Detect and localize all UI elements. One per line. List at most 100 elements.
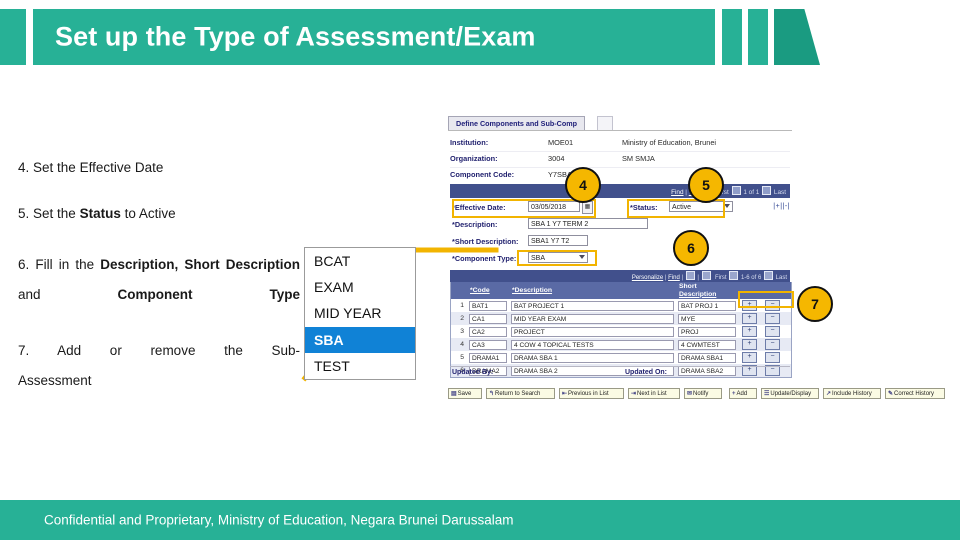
header-left-block — [0, 9, 26, 65]
row-short-description-cell[interactable]: MYE — [676, 312, 738, 325]
description-input[interactable]: SBA 1 Y7 TERM 2 — [528, 218, 648, 229]
highlight-component-type — [517, 250, 597, 266]
row-short-description-cell[interactable]: BAT PROJ 1 — [676, 299, 738, 312]
step-5-text-c: to Active — [120, 206, 176, 221]
prev-arrow-icon[interactable] — [731, 186, 741, 195]
short-description-input[interactable]: SBA1 Y7 T2 — [528, 235, 588, 246]
row-code-cell[interactable]: CA2 — [467, 325, 509, 338]
organization-label: Organization: — [450, 154, 498, 163]
grid-nav-band: Personalize | Find | | First 1-6 of 6 La… — [450, 270, 790, 282]
institution-name: Ministry of Education, Brunei — [622, 138, 717, 147]
row-remove-button[interactable]: − — [761, 325, 784, 338]
row-add-remove-controls[interactable]: |+||-| — [773, 203, 790, 210]
export-excel-icon[interactable] — [685, 271, 695, 280]
row-add-button[interactable]: + — [738, 351, 761, 364]
row-number: 1 — [460, 302, 464, 309]
header-wedge-shape — [774, 9, 820, 65]
row-description-cell[interactable]: PROJECT — [509, 325, 676, 338]
row-code-cell[interactable]: CA3 — [467, 338, 509, 351]
component-type-label: *Component Type: — [452, 254, 517, 263]
row-remove-button[interactable]: − — [761, 338, 784, 351]
row-description-cell[interactable]: MID YEAR EXAM — [509, 312, 676, 325]
tab-define-components[interactable]: Define Components and Sub-Comp — [448, 116, 585, 130]
row-short-description-cell[interactable]: 4 CWMTEST — [676, 338, 738, 351]
organization-code: 3004 — [548, 154, 565, 163]
previous-in-list-button[interactable]: ⇤Previous in List — [559, 388, 624, 399]
row-short-description-cell[interactable]: PROJ — [676, 325, 738, 338]
step-6-text-a: Fill in the — [35, 257, 101, 272]
table-row: 2 CA1 MID YEAR EXAM MYE + − — [451, 312, 791, 325]
row-description-cell[interactable]: DRAMA SBA 1 — [509, 351, 676, 364]
step-7: 7. Add or remove the Sub- Assessment — [18, 336, 300, 397]
header-stripe-2 — [748, 9, 768, 65]
col-header-code: *Code — [470, 286, 490, 294]
updated-by-label: Updated By: — [452, 369, 494, 376]
row-description-cell[interactable]: BAT PROJECT 1 — [509, 299, 676, 312]
col-header-short-description: Short Description — [679, 283, 717, 298]
grid-last-label: Last — [775, 275, 787, 281]
callout-badge-7: 7 — [797, 286, 833, 322]
component-type-dropdown-list[interactable]: BCAT EXAM MID YEAR SBA TEST — [304, 247, 416, 380]
updated-on-label: Updated On: — [625, 369, 667, 376]
step-6-text-bold-2: Component Type — [117, 287, 300, 303]
app-info-block: Institution: MOE01 Ministry of Education… — [450, 136, 790, 183]
expand-grid-icon[interactable] — [701, 271, 711, 280]
embedded-app-screenshot: Define Components and Sub-Comp Instituti… — [440, 112, 945, 412]
return-to-search-button[interactable]: ↰Return to Search — [486, 388, 555, 399]
dropdown-option-exam[interactable]: EXAM — [305, 274, 415, 300]
step-7-number: 7. — [18, 343, 30, 358]
row-code-cell[interactable]: BAT1 — [467, 299, 509, 312]
grid-nav: Personalize | Find | | First 1-6 of 6 La… — [632, 271, 787, 281]
notify-button[interactable]: ✉Notify — [684, 388, 722, 399]
row-short-description-cell[interactable]: DRAMA SBA1 — [676, 351, 738, 364]
grid-find-link[interactable]: Find — [668, 275, 680, 281]
dropdown-option-bcat[interactable]: BCAT — [305, 248, 415, 274]
grid-count: 1-6 of 6 — [740, 275, 762, 281]
row-remove-button[interactable]: − — [761, 312, 784, 325]
record-count: 1 of 1 — [743, 189, 760, 196]
personalize-link[interactable]: Personalize — [632, 275, 663, 281]
step-6: 6. Fill in the Description, Short Descri… — [18, 250, 300, 311]
row-add-button[interactable]: + — [738, 325, 761, 338]
step-7-text-a: Add or remove the Sub- — [57, 343, 300, 358]
save-button[interactable]: ▤Save — [448, 388, 482, 399]
institution-label: Institution: — [450, 138, 489, 147]
update-display-button[interactable]: ☰Update/Display — [761, 388, 819, 399]
row-code-cell[interactable]: CA1 — [467, 312, 509, 325]
dropdown-option-mid-year[interactable]: MID YEAR — [305, 300, 415, 326]
next-in-list-button[interactable]: ⇥Next in List — [628, 388, 680, 399]
dropdown-option-sba[interactable]: SBA — [305, 326, 415, 353]
step-5-number: 5. — [18, 206, 30, 221]
row-add-button[interactable]: + — [738, 338, 761, 351]
highlight-effective-date — [452, 199, 596, 218]
row-description-cell[interactable]: 4 COW 4 TOPICAL TESTS — [509, 338, 676, 351]
table-row: 5 DRAMA1 DRAMA SBA 1 DRAMA SBA1 + − — [451, 351, 791, 364]
step-5-text-bold: Status — [79, 206, 121, 221]
row-remove-button[interactable]: − — [761, 351, 784, 364]
callout-badge-5: 5 — [688, 167, 724, 203]
step-4: 4. Set the Effective Date — [18, 158, 303, 178]
component-code-label: Component Code: — [450, 170, 515, 179]
tab-secondary[interactable] — [597, 116, 613, 130]
table-row: 4 CA3 4 COW 4 TOPICAL TESTS 4 CWMTEST + … — [451, 338, 791, 351]
step-6-number: 6. — [18, 257, 30, 272]
row-add-button[interactable]: + — [738, 312, 761, 325]
grid-prev-icon[interactable] — [729, 271, 739, 280]
page-title: Set up the Type of Assessment/Exam — [55, 21, 536, 52]
include-history-button[interactable]: ↗Include History — [823, 388, 881, 399]
correct-history-button[interactable]: ✎Correct History — [885, 388, 945, 399]
col-header-description: *Description — [512, 286, 553, 294]
info-row-component-code: Component Code: Y7SBA1 — [450, 168, 790, 183]
step-6-text-c: and — [18, 287, 118, 303]
row-number: 4 — [460, 341, 464, 348]
dropdown-option-test[interactable]: TEST — [305, 353, 415, 379]
institution-code: MOE01 — [548, 138, 574, 147]
slide-footer: Confidential and Proprietary, Ministry o… — [0, 500, 960, 540]
add-button[interactable]: +Add — [729, 388, 757, 399]
grid-next-icon[interactable] — [763, 271, 773, 280]
next-arrow-icon[interactable] — [762, 186, 772, 195]
find-link[interactable]: Find — [671, 189, 683, 196]
row-number: 2 — [460, 315, 464, 322]
step-6-text-bold-1: Description, Short Description — [100, 257, 300, 272]
row-code-cell[interactable]: DRAMA1 — [467, 351, 509, 364]
